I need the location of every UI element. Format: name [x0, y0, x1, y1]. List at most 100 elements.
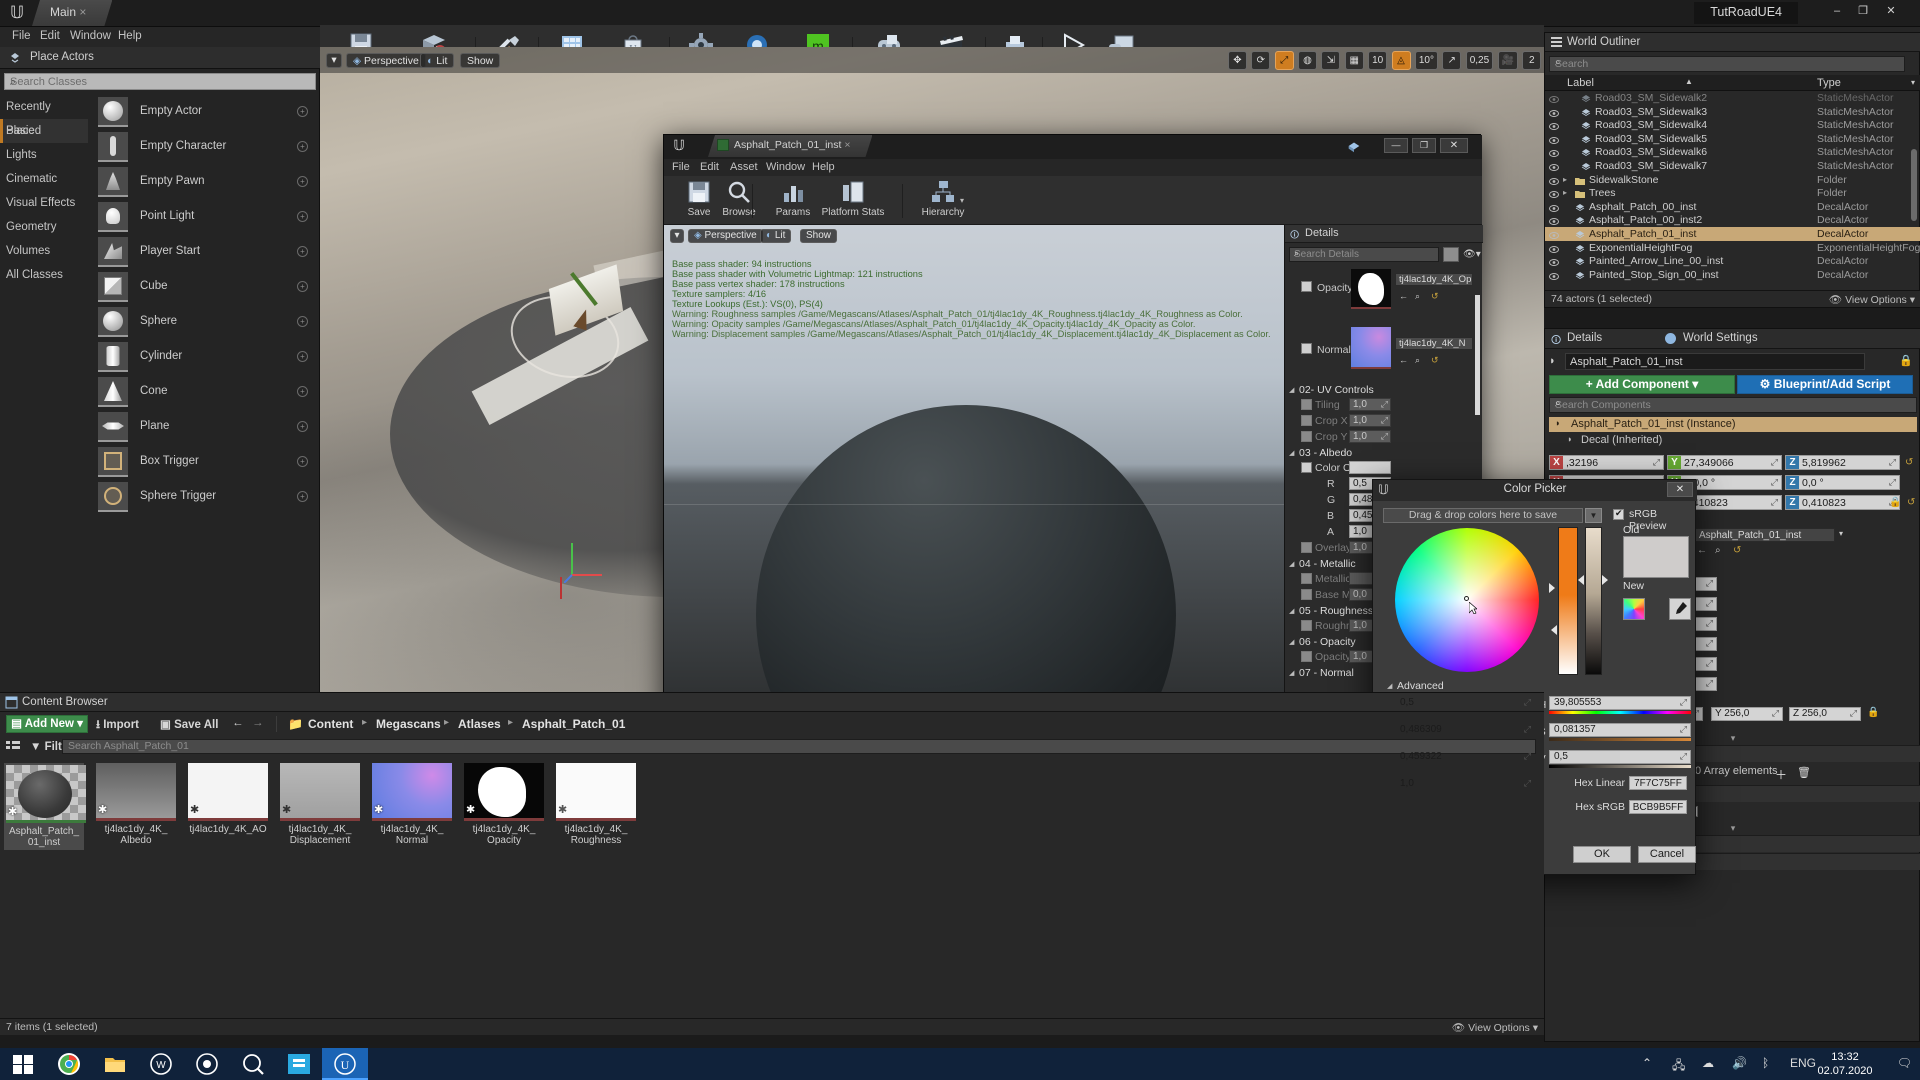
add-icon[interactable]: +	[297, 386, 308, 397]
location-z-field[interactable]: Z 5,819962⤢	[1785, 455, 1900, 470]
decal-size-y-field[interactable]: Y 256,0⤢	[1711, 707, 1783, 721]
asset-item-albedo[interactable]: ✱ tj4lac1dy_4K_ Albedo	[96, 763, 176, 846]
location-y-field[interactable]: Y 27,349066⤢	[1667, 455, 1782, 470]
menu-file[interactable]: File	[6, 30, 37, 42]
delete-array-icon[interactable]: 🗑	[1797, 766, 1811, 779]
reset-icon[interactable]: ↺	[1431, 291, 1439, 302]
opacity-texture-thumbnail[interactable]	[1351, 269, 1391, 309]
mw-viewport-options-button[interactable]: ▾	[670, 229, 684, 243]
tab-world-settings[interactable]: World Settings	[1683, 332, 1758, 344]
category-volumes[interactable]: Volumes	[0, 239, 88, 263]
forward-button[interactable]: →	[252, 717, 264, 729]
param-checkbox[interactable]	[1301, 620, 1312, 631]
mw-details-scrollbar[interactable]	[1475, 295, 1480, 415]
add-icon[interactable]: +	[297, 421, 308, 432]
param-checkbox[interactable]	[1301, 573, 1312, 584]
viewport-show-button[interactable]: Show	[460, 53, 500, 68]
asset-item-ao[interactable]: ✱ tj4lac1dy_4K_AO	[188, 763, 268, 835]
scale-z-field[interactable]: Z 0,410823⤢	[1785, 495, 1900, 510]
slider-v-box[interactable]: 0,5⤢	[1549, 750, 1691, 764]
category-basic[interactable]: Basic	[0, 119, 88, 143]
content-browser-view-options[interactable]: 👁 View Options ▾	[1452, 1021, 1538, 1034]
scale-snap-value[interactable]: 0,25	[1466, 51, 1493, 70]
scale-snap-icon[interactable]: ↗	[1442, 51, 1461, 70]
add-new-button[interactable]: ▤ Add New ▾	[6, 715, 88, 733]
rotate-tool-icon[interactable]: ⟳	[1251, 51, 1270, 70]
param-checkbox[interactable]	[1301, 651, 1312, 662]
visibility-eye-icon[interactable]	[1549, 188, 1559, 197]
actor-item-sphere-trigger[interactable]: Sphere Trigger +	[88, 480, 320, 515]
lock-icon[interactable]: 🔒	[1899, 354, 1913, 367]
menu-window[interactable]: Window	[64, 30, 117, 42]
outliner-row[interactable]: ExponentialHeightFogExponentialHeightFog	[1545, 241, 1920, 255]
actor-item-empty-pawn[interactable]: Empty Pawn +	[88, 165, 320, 200]
normal-texture-combobox[interactable]: tj4lac1dy_4K_N	[1395, 337, 1473, 350]
old-color-swatch[interactable]	[1623, 536, 1689, 578]
expand-triangle-icon[interactable]: ▸	[1563, 188, 1567, 197]
viewport-options-button[interactable]: ▾	[326, 53, 342, 68]
mw-param-value-field[interactable]	[1349, 461, 1391, 474]
param-checkbox[interactable]	[1301, 431, 1312, 442]
saturation-slider[interactable]	[1558, 527, 1578, 675]
slider-v[interactable]: V 0,5⤢	[1539, 750, 1691, 766]
reset-scale-icon[interactable]: ↺	[1907, 497, 1915, 508]
color-drop-dropdown-button[interactable]: ▼	[1585, 508, 1602, 523]
visibility-eye-icon[interactable]	[1549, 270, 1559, 279]
hex-linear-field[interactable]: 7F7C75FF	[1629, 776, 1687, 790]
outliner-row[interactable]: Painted_Stop_Sign_00_instDecalActor	[1545, 268, 1920, 281]
value-slider[interactable]	[1585, 527, 1602, 675]
breadcrumb-content[interactable]: Content	[308, 717, 353, 731]
category-recently-placed[interactable]: Recently Placed	[0, 95, 88, 119]
use-selected-asset-icon[interactable]: ←	[1697, 545, 1707, 556]
sources-panel-icon[interactable]	[6, 740, 20, 753]
camera-speed-icon[interactable]: 🎥	[1498, 51, 1518, 70]
outliner-row[interactable]: ▸SidewalkStoneFolder	[1545, 173, 1920, 187]
mw-menu-help[interactable]: Help	[812, 161, 835, 173]
param-checkbox[interactable]	[1301, 542, 1312, 553]
opacity-texture-combobox[interactable]: tj4lac1dy_4K_Op	[1395, 273, 1473, 286]
volume-icon[interactable]: 🔊	[1732, 1056, 1747, 1070]
mw-param-value-field[interactable]: 1,0⤢	[1349, 398, 1391, 411]
slider-s-box[interactable]: 0,081357⤢	[1549, 723, 1691, 737]
mw-perspective-button[interactable]: ◈ Perspective	[688, 229, 763, 243]
rotation-snap-value[interactable]: 10°	[1415, 51, 1438, 70]
window-minimize-button[interactable]: –	[1826, 2, 1848, 20]
content-browser-search-input[interactable]: Search Asphalt_Patch_01	[62, 739, 1536, 754]
visibility-eye-icon[interactable]	[1549, 147, 1559, 156]
actor-item-cube[interactable]: Cube +	[88, 270, 320, 305]
asset-item-roughness[interactable]: ✱ tj4lac1dy_4K_ Roughness	[556, 763, 636, 846]
camera-speed-value[interactable]: 2	[1522, 51, 1541, 70]
outliner-row[interactable]: Road03_SM_Sidewalk6StaticMeshActor	[1545, 145, 1920, 159]
color-picker-cancel-button[interactable]: Cancel	[1638, 846, 1696, 863]
actor-item-point-light[interactable]: Point Light +	[88, 200, 320, 235]
mw-group-header[interactable]: ◢02- UV Controls	[1285, 383, 1483, 398]
outliner-row[interactable]: Road03_SM_Sidewalk5StaticMeshActor	[1545, 132, 1920, 146]
location-x-field[interactable]: X ,32196⤢	[1549, 455, 1664, 470]
breadcrumb-asphalt[interactable]: Asphalt_Patch_01	[522, 717, 625, 731]
reset-location-icon[interactable]: ↺	[1905, 457, 1913, 468]
mw-menu-asset[interactable]: Asset	[730, 161, 758, 173]
param-checkbox[interactable]	[1301, 462, 1312, 473]
add-icon[interactable]: +	[297, 141, 308, 152]
window-maximize-button[interactable]: ❐	[1852, 2, 1874, 20]
outliner-row[interactable]: Asphalt_Patch_00_instDecalActor	[1545, 200, 1920, 214]
color-picker-ok-button[interactable]: OK	[1573, 846, 1631, 863]
browse-icon[interactable]: ⌕	[1415, 291, 1420, 302]
back-button[interactable]: ←	[232, 717, 244, 729]
visibility-eye-icon[interactable]	[1549, 256, 1559, 265]
taskbar-item-explorer[interactable]	[92, 1048, 138, 1080]
browse-icon[interactable]: ⌕	[1415, 355, 1420, 366]
visibility-eye-icon[interactable]	[1549, 202, 1559, 211]
taskbar-start-button[interactable]	[0, 1048, 46, 1080]
taskbar-item-winrar[interactable]: W	[138, 1048, 184, 1080]
outliner-row[interactable]: Road03_SM_Sidewalk3StaticMeshActor	[1545, 105, 1920, 119]
grid-snap-icon[interactable]: ▦	[1345, 51, 1364, 70]
category-geometry[interactable]: Geometry	[0, 215, 88, 239]
eyedropper-button[interactable]	[1669, 598, 1691, 620]
tab-details[interactable]: Details	[1567, 332, 1602, 344]
outliner-row[interactable]: Road03_SM_Sidewalk4StaticMeshActor	[1545, 118, 1920, 132]
scale-tool-icon[interactable]: ⤢	[1275, 51, 1294, 70]
slider-h[interactable]: H 39,805553⤢	[1539, 696, 1691, 712]
visibility-eye-icon[interactable]	[1549, 107, 1559, 116]
blueprint-add-script-button[interactable]: ⚙ Blueprint/Add Script	[1737, 375, 1913, 394]
